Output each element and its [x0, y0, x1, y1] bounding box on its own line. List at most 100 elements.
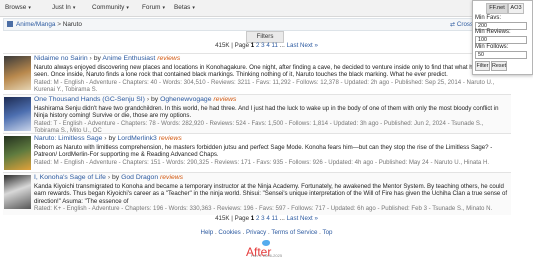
nav-just-in[interactable]: Just In ▾ — [52, 4, 75, 11]
result-count: 415K — [215, 215, 230, 222]
story-item: I, Konoha's Sage of Life › by God Dragon… — [3, 172, 511, 215]
footer-privacy-link[interactable]: Privacy — [246, 229, 266, 236]
story-author-link[interactable]: Oghenewvogage — [160, 96, 211, 103]
min-follows-label: Min Follows: — [475, 44, 509, 50]
story-reviews-link[interactable]: reviews — [213, 96, 236, 103]
nav-betas[interactable]: Betas ▾ — [174, 4, 195, 11]
footer-separator: . — [214, 229, 217, 236]
footer-top-link[interactable]: Top — [323, 229, 333, 236]
chevron-down-icon: ▾ — [28, 5, 31, 11]
breadcrumb: Anime/Manga > Naruto ⇄ Crossovers — [3, 18, 511, 31]
story-meta: Rated: M - English - Adventure - Chapter… — [34, 78, 495, 94]
story-title-link[interactable]: I, Konoha's Sage of Life — [34, 174, 106, 181]
chevron-down-icon: ▾ — [126, 5, 129, 11]
story-summary-text: Reborn as Naruto with limitless comprehe… — [34, 144, 493, 159]
pager-bottom: 415K | Page 1 2 3 4 11 ... Last Next » — [0, 215, 533, 222]
min-reviews-input[interactable]: 100 — [475, 36, 527, 44]
page-link-2[interactable]: 2 — [256, 42, 259, 49]
story-reviews-link[interactable]: reviews — [157, 55, 180, 62]
category-icon — [7, 21, 13, 27]
footer-links: Help . Cookies . Privacy . Terms of Serv… — [0, 229, 533, 236]
page-ellipsis: ... — [279, 42, 285, 49]
page-link-11[interactable]: 11 — [272, 215, 278, 222]
nav-just-in-label: Just In — [52, 4, 71, 11]
story-title-line: Naruto: Limitless Sage › by LordMerlink3… — [34, 135, 182, 142]
pager-top: 415K | Page 1 2 3 4 11 ... Last Next » — [0, 42, 533, 49]
story-summary: Naruto always enjoyed discovering new pl… — [34, 64, 510, 94]
nav-forum-label: Forum — [142, 4, 161, 11]
story-meta: Rated: T - English - Adventure - Chapter… — [34, 119, 484, 133]
crossovers-icon: ⇄ — [450, 20, 456, 28]
story-title-link[interactable]: Naruto: Limitless Sage — [34, 135, 102, 142]
story-by: by — [93, 55, 101, 62]
story-meta: Rated: M - English - Adventure - Chapter… — [34, 158, 490, 166]
footer-cookies-link[interactable]: Cookies — [218, 229, 240, 236]
story-cover-image[interactable] — [4, 175, 31, 209]
chevron-right-icon[interactable]: › — [147, 96, 149, 103]
min-favs-label: Min Favs: — [475, 15, 502, 21]
next-page-link[interactable]: Next » — [300, 42, 318, 49]
story-summary: Kanda Kiyoichi transmigrated to Konoha a… — [34, 183, 510, 214]
story-author-link[interactable]: God Dragon — [121, 174, 158, 181]
breadcrumb-category-link[interactable]: Anime/Manga — [16, 21, 55, 28]
story-title-line: I, Konoha's Sage of Life › by God Dragon… — [34, 174, 183, 181]
story-title-line: One Thousand Hands (GC-Senju SI) › by Og… — [34, 96, 236, 103]
page-link-3[interactable]: 3 — [261, 215, 264, 222]
last-page-link[interactable]: Last — [287, 215, 299, 222]
story-reviews-link[interactable]: reviews — [159, 135, 182, 142]
page-ellipsis: ... — [279, 215, 285, 222]
page-link-11[interactable]: 11 — [272, 42, 278, 49]
page-link-2[interactable]: 2 — [256, 215, 259, 222]
page-link-4[interactable]: 4 — [266, 215, 269, 222]
page-current: 1 — [250, 215, 255, 222]
page-link-3[interactable]: 3 — [261, 42, 264, 49]
nav-community[interactable]: Community ▾ — [92, 4, 129, 11]
page-link-4[interactable]: 4 — [266, 42, 269, 49]
story-by: by — [151, 96, 159, 103]
filter-popup: FF.net AO3 Min Favs: 200 Min Reviews: 10… — [472, 0, 533, 75]
story-title-link[interactable]: One Thousand Hands (GC-Senju SI) — [34, 96, 145, 103]
story-author-link[interactable]: Anime Enthusiast — [102, 55, 155, 62]
story-item: Nidaime no Sairin › by Anime Enthusiast … — [3, 53, 511, 94]
chevron-down-icon: ▾ — [162, 5, 165, 11]
breadcrumb-current: Naruto — [62, 20, 82, 28]
footer-separator: . — [268, 229, 270, 236]
story-cover-image[interactable] — [4, 56, 31, 90]
nav-browse-label: Browse — [5, 4, 27, 11]
filter-reset-button[interactable]: Reset — [491, 61, 507, 71]
chevron-right-icon[interactable]: › — [108, 174, 110, 181]
story-cover-image[interactable] — [4, 136, 31, 170]
nav-browse[interactable]: Browse ▾ — [5, 4, 31, 11]
top-navigation: Browse ▾ Just In ▾ Community ▾ Forum ▾ Betas… — [0, 0, 533, 17]
story-cover-image[interactable] — [4, 97, 31, 131]
nav-forum[interactable]: Forum ▾ — [142, 4, 165, 11]
story-author-link[interactable]: LordMerlink3 — [118, 135, 157, 142]
last-page-link[interactable]: Last — [287, 42, 299, 49]
footer-help-link[interactable]: Help — [200, 229, 213, 236]
tab-ffnet[interactable]: FF.net — [486, 3, 508, 14]
story-item: Naruto: Limitless Sage › by LordMerlink3… — [3, 133, 511, 172]
story-by: by — [108, 135, 116, 142]
story-summary-text: Kanda Kiyoichi transmigrated to Konoha a… — [34, 183, 508, 205]
page-current: 1 — [250, 42, 255, 49]
min-follows-input[interactable]: 50 — [475, 51, 527, 59]
chevron-right-icon[interactable]: › — [90, 55, 92, 62]
story-summary-text: Hashirama Senju didn't have two grandchi… — [34, 105, 499, 120]
nav-betas-label: Betas — [174, 4, 191, 11]
story-meta: Rated: K+ - English - Adventure - Chapte… — [34, 205, 493, 213]
copyright-text: Fan © 2006-2025 — [250, 253, 283, 258]
chevron-right-icon[interactable]: › — [104, 135, 106, 142]
breadcrumb-trail: Anime/Manga > Naruto — [16, 21, 82, 28]
story-reviews-link[interactable]: reviews — [160, 174, 183, 181]
chevron-down-icon: ▾ — [192, 5, 195, 11]
story-item: One Thousand Hands (GC-Senju SI) › by Og… — [3, 94, 511, 133]
footer-terms-link[interactable]: Terms of Service — [271, 229, 317, 236]
page-label: | Page — [231, 42, 250, 49]
filter-apply-button[interactable]: Filter — [475, 61, 490, 71]
tab-ao3[interactable]: AO3 — [508, 3, 524, 14]
next-page-link[interactable]: Next » — [300, 215, 318, 222]
story-summary-text: Naruto always enjoyed discovering new pl… — [34, 64, 502, 79]
story-title-link[interactable]: Nidaime no Sairin — [34, 55, 88, 62]
breadcrumb-separator: > — [57, 20, 61, 28]
story-title-line: Nidaime no Sairin › by Anime Enthusiast … — [34, 55, 180, 62]
